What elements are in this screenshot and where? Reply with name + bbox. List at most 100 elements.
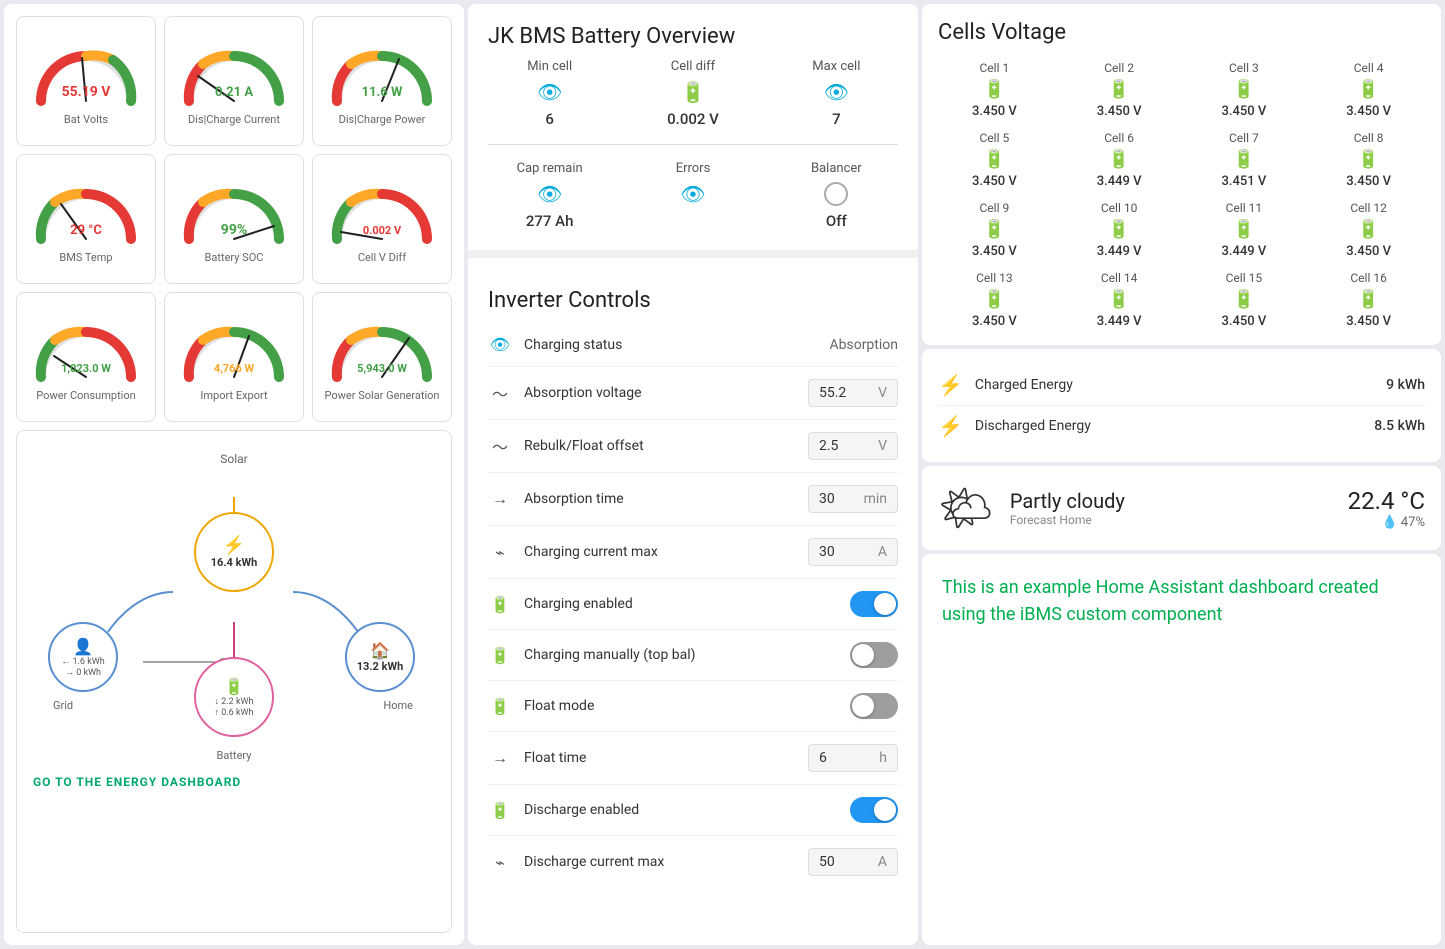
cell-7-value: 3.451 V <box>1221 174 1266 189</box>
bms-cap-remain: Cap remain 👁 277 Ah <box>488 161 611 230</box>
bms-cap-remain-value: 277 Ah <box>526 212 574 230</box>
bms-max-cell: Max cell 👁 7 <box>775 59 898 128</box>
cell-9-icon: 🔋 <box>983 219 1005 240</box>
cells-voltage-card: Cells Voltage Cell 1 🔋 3.450 V Cell 2 🔋 … <box>922 4 1441 345</box>
battery-icon-float-mode: 🔋 <box>488 697 512 716</box>
flow-center-node: ⚡ 16.4 kWh <box>194 512 274 592</box>
toggle-knob-charging-enabled <box>874 593 896 615</box>
balancer-icon <box>824 182 848 206</box>
cell-item-15: Cell 15 🔋 3.450 V <box>1188 271 1301 329</box>
bms-min-cell-value: 6 <box>545 110 554 128</box>
energy-dashboard-link[interactable]: GO TO THE ENERGY DASHBOARD <box>33 775 435 789</box>
inverter-title: Inverter Controls <box>488 268 898 323</box>
control-float-time: → Float time 6 h <box>488 732 898 785</box>
cell-7-label: Cell 7 <box>1229 131 1259 145</box>
svg-text:1,023.0 W: 1,023.0 W <box>61 362 111 375</box>
control-charging-enabled: 🔋 Charging enabled <box>488 579 898 630</box>
gauge-svg-power-consumption: 1,023.0 W <box>31 312 141 382</box>
bms-balancer: Balancer Off <box>775 161 898 230</box>
bms-min-cell-label: Min cell <box>527 59 572 74</box>
gauge-card-battery-soc: 99% Battery SOC <box>164 154 304 284</box>
control-charging-status: 👁 Charging status Absorption <box>488 323 898 367</box>
cell-13-value: 3.450 V <box>972 314 1017 329</box>
label-charging-manually: Charging manually (top bal) <box>524 647 838 663</box>
cell-1-icon: 🔋 <box>983 79 1005 100</box>
input-rebulk-float[interactable]: 2.5 V <box>808 432 898 460</box>
label-charging-status: Charging status <box>524 337 817 353</box>
cell-14-icon: 🔋 <box>1108 289 1130 310</box>
toggle-discharge-enabled[interactable] <box>850 797 898 823</box>
bms-title: JK BMS Battery Overview <box>468 4 918 59</box>
input-absorption-voltage[interactable]: 55.2 V <box>808 379 898 407</box>
charged-bolt-icon: ⚡ <box>938 373 963 397</box>
discharged-bolt-icon: ⚡ <box>938 414 963 438</box>
input-float-time[interactable]: 6 h <box>808 744 898 772</box>
arrow-icon-float-time: → <box>488 748 512 768</box>
input-discharge-current-max[interactable]: 50 A <box>808 848 898 876</box>
cell-2-label: Cell 2 <box>1104 61 1134 75</box>
label-charging-current-max: Charging current max <box>524 544 796 560</box>
label-discharge-enabled: Discharge enabled <box>524 802 838 818</box>
cell-item-2: Cell 2 🔋 3.450 V <box>1063 61 1176 119</box>
bms-balancer-value: Off <box>826 212 847 230</box>
value-absorption-voltage: 55.2 <box>819 385 846 401</box>
cell-9-value: 3.450 V <box>972 244 1017 259</box>
unit-discharge-current-max: A <box>878 854 887 870</box>
cell-item-14: Cell 14 🔋 3.449 V <box>1063 271 1176 329</box>
eye-icon-max: 👁 <box>824 80 849 104</box>
gauge-label-discharge-current: Dis|Charge Current <box>188 113 280 126</box>
gauge-card-discharge-power: 11.6 W Dis|Charge Power <box>312 16 452 146</box>
gauge-label-power-solar: Power Solar Generation <box>325 389 440 402</box>
gauge-label-import-export: Import Export <box>200 389 267 402</box>
toggle-float-mode[interactable] <box>850 693 898 719</box>
bms-divider <box>488 144 898 145</box>
bms-max-cell-label: Max cell <box>812 59 860 74</box>
toggle-charging-manually[interactable] <box>850 642 898 668</box>
cell-item-3: Cell 3 🔋 3.450 V <box>1188 61 1301 119</box>
cell-6-icon: 🔋 <box>1108 149 1130 170</box>
input-charging-current-max[interactable]: 30 A <box>808 538 898 566</box>
cell-6-value: 3.449 V <box>1097 174 1142 189</box>
discharged-energy-value: 8.5 kWh <box>1374 418 1425 434</box>
unit-float-time: h <box>879 750 887 766</box>
cell-12-label: Cell 12 <box>1350 201 1386 215</box>
flow-center-value: 16.4 kWh <box>211 556 258 569</box>
flow-battery-node: 🔋 ↓ 2.2 kWh ↑ 0.6 kWh <box>194 657 274 737</box>
gauge-label-power-consumption: Power Consumption <box>36 389 135 402</box>
gauge-svg-bms-temp: 29 °C <box>31 174 141 244</box>
label-float-time: Float time <box>524 750 796 766</box>
bms-overview: Min cell 👁 6 Cell diff 🔋 0.002 V Max cel… <box>468 59 918 250</box>
gauge-discharge-current: 0.21 A <box>179 36 289 111</box>
cell-10-icon: 🔋 <box>1108 219 1130 240</box>
label-rebulk-float: Rebulk/Float offset <box>524 438 796 454</box>
cell-item-6: Cell 6 🔋 3.449 V <box>1063 131 1176 189</box>
energy-stats-card: ⚡ Charged Energy 9 kWh ⚡ Discharged Ener… <box>922 349 1441 462</box>
wave-icon-rebulk: 〜 <box>488 434 512 458</box>
control-absorption-voltage: 〜 Absorption voltage 55.2 V <box>488 367 898 420</box>
battery-icon-diff: 🔋 <box>681 80 706 104</box>
gauge-svg-cell-v-diff: 0.002 V <box>327 174 437 244</box>
weather-subtitle: Forecast Home <box>1010 513 1332 527</box>
label-charging-enabled: Charging enabled <box>524 596 838 612</box>
cell-item-9: Cell 9 🔋 3.450 V <box>938 201 1051 259</box>
gauge-svg-discharge-current: 0.21 A <box>179 36 289 106</box>
bms-max-cell-value: 7 <box>832 110 841 128</box>
cell-5-label: Cell 5 <box>980 131 1010 145</box>
unit-absorption-voltage: V <box>878 385 887 401</box>
cell-11-value: 3.449 V <box>1221 244 1266 259</box>
value-discharge-current-max: 50 <box>819 854 835 870</box>
gauge-svg-power-solar: 5,943.0 W <box>327 312 437 382</box>
cell-2-value: 3.450 V <box>1097 104 1142 119</box>
cell-item-10: Cell 10 🔋 3.449 V <box>1063 201 1176 259</box>
weather-temp: 22.4 °C <box>1348 487 1425 515</box>
cell-3-icon: 🔋 <box>1233 79 1255 100</box>
input-absorption-time[interactable]: 30 min <box>808 485 898 513</box>
gauge-card-power-solar: 5,943.0 W Power Solar Generation <box>312 292 452 422</box>
middle-panel: JK BMS Battery Overview Min cell 👁 6 Cel… <box>468 4 918 945</box>
arrow-icon-absorption-time: → <box>488 489 512 509</box>
unit-charging-current-max: A <box>878 544 887 560</box>
toggle-charging-enabled[interactable] <box>850 591 898 617</box>
toggle-knob-discharge-enabled <box>874 799 896 821</box>
bms-grid-2: Cap remain 👁 277 Ah Errors 👁 Balancer Of… <box>488 161 898 230</box>
weather-temp-area: 22.4 °C 💧 47% <box>1348 487 1425 530</box>
